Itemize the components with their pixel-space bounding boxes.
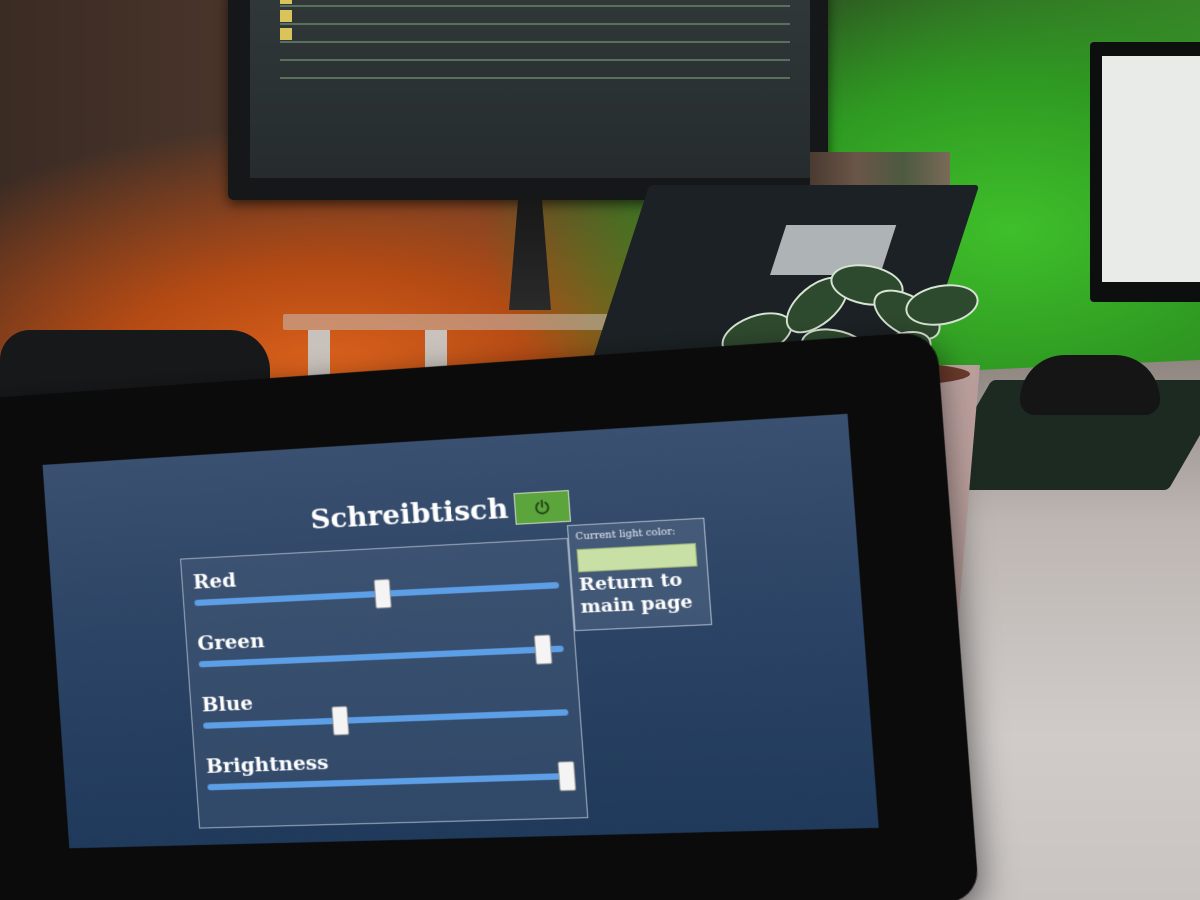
side-monitor — [1090, 42, 1200, 302]
slider-thumb[interactable] — [533, 634, 552, 664]
return-main-page-link[interactable]: Return to main page — [578, 569, 703, 620]
slider-blue: Blue — [201, 679, 569, 728]
mouse — [1020, 355, 1160, 415]
monitor-row-line — [280, 41, 790, 43]
touchscreen-tablet: Schreibtisch Red Green Blue Brightness C… — [0, 331, 980, 900]
monitor-row-line — [280, 77, 790, 79]
monitor-row-line — [280, 5, 790, 7]
slider-thumb[interactable] — [332, 706, 350, 736]
slider-green: Green — [197, 616, 564, 668]
monitor-row-line — [280, 23, 790, 25]
slider-thumb[interactable] — [373, 579, 391, 609]
monitor-list-marker — [280, 10, 292, 22]
power-button[interactable] — [514, 490, 572, 525]
current-color-swatch — [576, 543, 697, 573]
slider-red: Red — [192, 552, 559, 606]
monitor-row-line — [280, 59, 790, 61]
current-color-box: Current light color: Return to main page — [567, 518, 712, 632]
monitor-list-marker — [280, 0, 292, 4]
monitor-list-marker — [280, 28, 292, 40]
color-slider-panel: Red Green Blue Brightness — [180, 538, 588, 829]
background-monitor — [228, 0, 828, 200]
current-color-label: Current light color: — [575, 527, 676, 543]
title-row: Schreibtisch — [309, 490, 571, 536]
slider-label: Brightness — [205, 743, 572, 778]
page-title: Schreibtisch — [309, 494, 509, 536]
side-monitor-screen — [1102, 56, 1200, 282]
background-monitor-screen — [250, 0, 810, 178]
power-icon — [533, 498, 552, 516]
touch-display: Schreibtisch Red Green Blue Brightness C… — [43, 414, 879, 849]
slider-thumb[interactable] — [557, 761, 576, 791]
slider-brightness: Brightness — [205, 743, 573, 790]
photo-scene: Schreibtisch Red Green Blue Brightness C… — [0, 0, 1200, 900]
